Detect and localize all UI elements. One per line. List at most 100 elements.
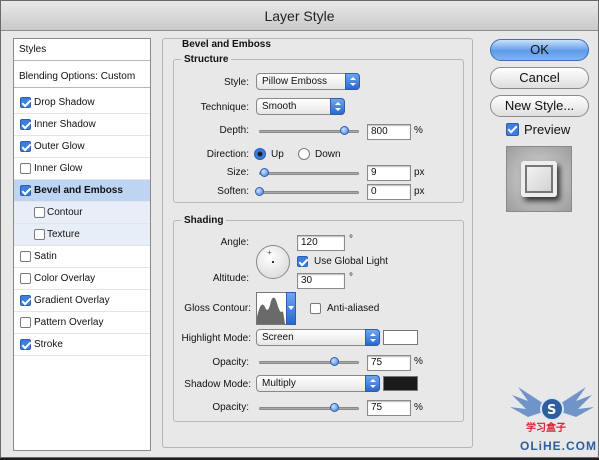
watermark-logo: S 学习盒子 OLiHE.COM — [506, 379, 598, 457]
shadow-opacity-label: Opacity: — [212, 402, 249, 413]
ok-button[interactable]: OK — [490, 39, 589, 61]
style-item-color-overlay[interactable]: Color Overlay — [14, 268, 150, 290]
style-item-outer-glow[interactable]: Outer Glow — [14, 136, 150, 158]
shadow-mode-value: Multiply — [262, 378, 296, 389]
depth-unit: % — [414, 125, 423, 136]
watermark-cn-text: 学习盒子 — [526, 423, 566, 434]
altitude-unit: ° — [349, 272, 353, 283]
anti-aliased-label: Anti-aliased — [327, 303, 380, 314]
drop-shadow-checkbox[interactable] — [20, 97, 31, 108]
satin-checkbox[interactable] — [20, 251, 31, 262]
soften-unit: px — [414, 186, 425, 197]
style-item-pattern-overlay[interactable]: Pattern Overlay — [14, 312, 150, 334]
style-dropdown-value: Pillow Emboss — [262, 76, 328, 87]
new-style-button[interactable]: New Style... — [490, 95, 589, 117]
bevel-and-emboss-checkbox[interactable] — [20, 185, 31, 196]
direction-up-radio[interactable] — [254, 148, 266, 160]
style-item-texture[interactable]: Texture — [14, 224, 150, 246]
gloss-contour-label: Gloss Contour: — [184, 303, 251, 314]
size-label: Size: — [226, 167, 249, 178]
angle-field[interactable]: 120 — [297, 235, 345, 251]
shadow-color-swatch[interactable] — [383, 376, 418, 391]
angle-unit: ° — [349, 234, 353, 245]
altitude-label: Altitude: — [212, 273, 249, 284]
inner-glow-checkbox[interactable] — [20, 163, 31, 174]
dropdown-arrows-icon — [365, 375, 380, 392]
style-item-satin[interactable]: Satin — [14, 246, 150, 268]
style-preview-thumbnail — [506, 146, 572, 212]
highlight-opacity-unit: % — [414, 356, 423, 367]
style-item-contour[interactable]: Contour — [14, 202, 150, 224]
size-slider[interactable] — [259, 172, 359, 175]
global-light-label: Use Global Light — [314, 256, 388, 267]
contour-checkbox[interactable] — [34, 207, 45, 218]
style-item-inner-shadow[interactable]: Inner Shadow — [14, 114, 150, 136]
texture-checkbox[interactable] — [34, 229, 45, 240]
color-overlay-checkbox[interactable] — [20, 273, 31, 284]
soften-slider-thumb[interactable] — [255, 187, 264, 196]
inner-shadow-checkbox[interactable] — [20, 119, 31, 130]
style-item-bevel-and-emboss[interactable]: Bevel and Emboss — [14, 180, 150, 202]
preview-checkbox[interactable] — [506, 123, 519, 136]
styles-header[interactable]: Styles — [14, 39, 150, 61]
soften-slider[interactable] — [259, 191, 359, 194]
blending-options-item[interactable]: Blending Options: Custom — [14, 66, 150, 88]
style-item-inner-glow[interactable]: Inner Glow — [14, 158, 150, 180]
gradient-overlay-checkbox[interactable] — [20, 295, 31, 306]
window-title: Layer Style — [1, 1, 598, 31]
global-light-checkbox[interactable] — [297, 256, 308, 267]
inner-shadow-label: Inner Shadow — [34, 119, 96, 130]
altitude-field[interactable]: 30 — [297, 273, 345, 289]
technique-dropdown[interactable]: Smooth — [256, 98, 345, 115]
cancel-button[interactable]: Cancel — [490, 67, 589, 89]
soften-field[interactable]: 0 — [367, 184, 411, 200]
svg-text:S: S — [547, 403, 556, 418]
highlight-opacity-slider[interactable] — [259, 361, 359, 364]
style-item-drop-shadow[interactable]: Drop Shadow — [14, 92, 150, 114]
anti-aliased-checkbox[interactable] — [310, 303, 321, 314]
size-field[interactable]: 9 — [367, 165, 411, 181]
technique-dropdown-value: Smooth — [262, 101, 297, 112]
angle-crosshair-icon: + — [267, 248, 272, 257]
satin-label: Satin — [34, 251, 57, 262]
shadow-opacity-thumb[interactable] — [330, 403, 339, 412]
highlight-mode-label: Highlight Mode: — [181, 333, 251, 344]
dropdown-arrows-icon — [365, 329, 380, 346]
preview-bevel-square — [521, 161, 557, 197]
highlight-opacity-thumb[interactable] — [330, 357, 339, 366]
texture-label: Texture — [47, 229, 80, 240]
direction-down-label: Down — [315, 149, 341, 160]
outer-glow-checkbox[interactable] — [20, 141, 31, 152]
drop-shadow-label: Drop Shadow — [34, 97, 95, 108]
gloss-contour-dropdown-arrow[interactable] — [286, 292, 296, 325]
pattern-overlay-checkbox[interactable] — [20, 317, 31, 328]
shadow-opacity-field[interactable]: 75 — [367, 400, 411, 416]
direction-down-radio[interactable] — [298, 148, 310, 160]
depth-field[interactable]: 800 — [367, 124, 411, 140]
shadow-opacity-unit: % — [414, 402, 423, 413]
style-item-gradient-overlay[interactable]: Gradient Overlay — [14, 290, 150, 312]
shadow-opacity-slider[interactable] — [259, 407, 359, 410]
highlight-mode-dropdown[interactable]: Screen — [256, 329, 380, 346]
size-unit: px — [414, 167, 425, 178]
style-item-stroke[interactable]: Stroke — [14, 334, 150, 356]
direction-up-label: Up — [271, 149, 284, 160]
highlight-mode-value: Screen — [262, 332, 294, 343]
angle-label: Angle: — [220, 237, 249, 248]
stroke-label: Stroke — [34, 339, 63, 350]
watermark-brand: OLiHE.COM — [520, 439, 597, 453]
pattern-overlay-label: Pattern Overlay — [34, 317, 104, 328]
highlight-color-swatch[interactable] — [383, 330, 418, 345]
direction-label: Direction: — [206, 149, 249, 160]
shading-title: Shading — [181, 215, 227, 226]
stroke-checkbox[interactable] — [20, 339, 31, 350]
soften-label: Soften: — [217, 186, 249, 197]
style-dropdown[interactable]: Pillow Emboss — [256, 73, 360, 90]
size-slider-thumb[interactable] — [260, 168, 269, 177]
shadow-mode-dropdown[interactable]: Multiply — [256, 375, 380, 392]
highlight-opacity-field[interactable]: 75 — [367, 355, 411, 371]
shadow-mode-label: Shadow Mode: — [184, 379, 251, 390]
angle-dial[interactable]: + — [256, 245, 290, 279]
depth-label: Depth: — [219, 125, 249, 136]
depth-slider-thumb[interactable] — [340, 126, 349, 135]
